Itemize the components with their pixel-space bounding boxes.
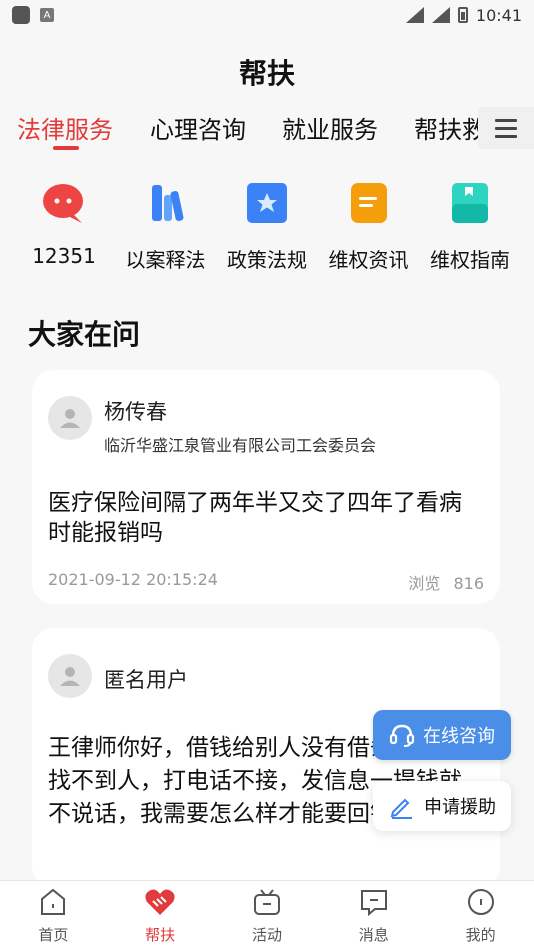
wifi-icon	[405, 7, 424, 23]
nav-label: 消息	[358, 926, 389, 944]
guide-icon	[447, 180, 493, 226]
view-count-label: 浏览	[408, 574, 441, 593]
battery-icon	[457, 7, 468, 23]
menu-icon-bar	[495, 118, 517, 122]
service-label: 以案释法	[125, 248, 206, 272]
question-author: 匿名用户	[32, 628, 500, 698]
status-left: A	[12, 6, 54, 24]
user-info: 杨传春 临沂华盛江泉管业有限公司工会委员会	[104, 396, 376, 456]
message-icon	[358, 886, 390, 918]
avatar	[48, 654, 92, 698]
service-case-study[interactable]: 以案释法	[116, 180, 216, 273]
status-right: 10:41	[405, 5, 522, 25]
apply-assistance-label: 申请援助	[424, 797, 496, 818]
avatar	[48, 396, 92, 440]
notification-a-icon: A	[40, 8, 54, 22]
home-icon	[37, 886, 69, 918]
question-meta: 2021-09-12 20:15:24 浏览 816	[32, 570, 500, 594]
status-time: 10:41	[475, 5, 522, 25]
profile-icon	[465, 886, 497, 918]
question-card[interactable]: 杨传春 临沂华盛江泉管业有限公司工会委员会 医疗保险间隔了两年半又交了四年了看病…	[32, 370, 500, 604]
nav-label: 首页	[38, 926, 69, 944]
user-name: 匿名用户	[104, 668, 188, 692]
tab-psychological-counseling[interactable]: 心理咨询	[150, 110, 246, 145]
service-rights-news[interactable]: 维权资讯	[319, 180, 419, 273]
nav-profile[interactable]: 我的	[436, 886, 526, 945]
book-icon	[143, 180, 189, 226]
user-icon	[60, 409, 80, 428]
status-bar: A 10:41	[0, 0, 534, 30]
question-author: 杨传春 临沂华盛江泉管业有限公司工会委员会	[32, 370, 500, 456]
nav-assistance[interactable]: 帮扶	[115, 886, 205, 945]
headset-icon	[389, 724, 415, 747]
chat-bubble-icon	[41, 180, 87, 226]
user-icon	[60, 667, 80, 686]
signal-icon	[431, 7, 450, 23]
note-icon	[346, 180, 392, 226]
menu-icon-bar	[495, 126, 517, 130]
user-organization: 临沂华盛江泉管业有限公司工会委员会	[104, 436, 377, 455]
pencil-icon	[390, 798, 412, 819]
menu-icon-bar	[495, 134, 517, 138]
service-label: 12351	[32, 244, 96, 268]
star-doc-icon	[244, 180, 290, 226]
nav-label: 我的	[465, 926, 496, 944]
view-count: 浏览 816	[408, 570, 484, 594]
handshake-icon	[144, 886, 176, 918]
page-title: 帮扶	[238, 57, 295, 90]
section-title: 大家在问	[28, 318, 141, 351]
bottom-nav: 首页 帮扶 活动 消息 我的	[0, 880, 534, 950]
nav-label: 活动	[251, 926, 282, 944]
tab-assistance[interactable]: 帮扶救	[414, 110, 486, 145]
apply-assistance-button[interactable]: 申请援助	[373, 781, 511, 831]
notification-app-icon	[12, 6, 30, 24]
user-name: 杨传春	[104, 400, 167, 424]
nav-home[interactable]: 首页	[8, 886, 98, 945]
nav-messages[interactable]: 消息	[329, 886, 419, 945]
service-label: 政策法规	[227, 248, 307, 272]
service-rights-guide[interactable]: 维权指南	[420, 180, 520, 273]
service-label: 维权资讯	[328, 248, 409, 272]
question-text: 医疗保险间隔了两年半又交了四年了看病时能报销吗	[48, 490, 462, 546]
service-12351[interactable]: 12351	[14, 180, 114, 273]
gift-icon	[251, 886, 283, 918]
category-tabs: 法律服务 心理咨询 就业服务 帮扶救	[0, 110, 534, 154]
service-policy-regulation[interactable]: 政策法规	[217, 180, 317, 273]
tab-legal-service[interactable]: 法律服务	[17, 110, 113, 145]
tabs-menu-button[interactable]	[478, 107, 534, 149]
user-info: 匿名用户	[104, 654, 188, 694]
online-consult-label: 在线咨询	[423, 726, 495, 747]
tab-employment-service[interactable]: 就业服务	[282, 110, 378, 145]
service-grid: 12351 以案释法 政策法规 维权资讯 维权指南	[14, 180, 520, 273]
nav-activity[interactable]: 活动	[222, 886, 312, 945]
view-count-value: 816	[453, 574, 484, 593]
question-date: 2021-09-12 20:15:24	[48, 570, 218, 589]
online-consult-button[interactable]: 在线咨询	[373, 710, 511, 760]
active-tab-indicator	[53, 146, 79, 150]
service-label: 维权指南	[430, 248, 510, 272]
nav-label: 帮扶	[145, 926, 176, 944]
